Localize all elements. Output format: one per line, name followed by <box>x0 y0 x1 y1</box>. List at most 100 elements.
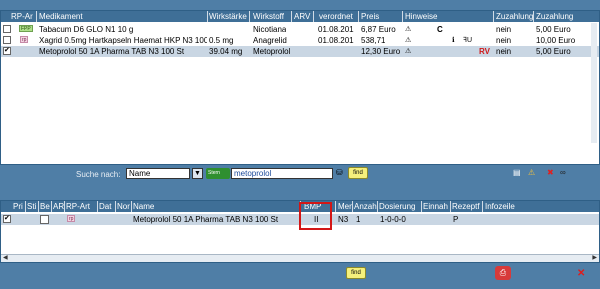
be-checkbox[interactable] <box>40 215 49 224</box>
row-checkbox[interactable] <box>3 36 11 44</box>
col-be[interactable]: Be <box>40 202 50 211</box>
hinweis-code-icon[interactable]: ꟻU <box>463 36 472 44</box>
medikament-cell: Tabacum D6 GLO N1 10 g <box>39 25 134 34</box>
col-separator <box>335 201 336 212</box>
horizontal-scrollbar[interactable]: ◀ ▶ <box>1 254 599 262</box>
col-separator <box>482 201 483 212</box>
zuzahlung-cell: nein <box>496 36 512 45</box>
search-field-select[interactable]: Name <box>126 168 190 179</box>
wirkstoff-cell: Metoprolol <box>253 47 291 56</box>
col-separator <box>402 11 403 22</box>
col-separator <box>358 11 359 22</box>
col-separator <box>51 201 52 212</box>
row-checkbox[interactable] <box>3 25 11 33</box>
col-separator <box>64 201 65 212</box>
col-separator <box>131 201 132 212</box>
col-verordnet[interactable]: verordnet <box>319 12 353 21</box>
table-row-selected[interactable]: Metoprolol 50 1A Pharma TAB N3 100 St 39… <box>1 46 599 57</box>
col-separator <box>115 201 116 212</box>
col-rp-ar[interactable]: RP-Ar <box>11 12 33 21</box>
row-checkbox-checked[interactable] <box>3 46 11 55</box>
col-wirkstaerke[interactable]: Wirkstärke <box>209 12 247 21</box>
binoculars-icon[interactable]: ⛁ <box>336 168 343 177</box>
col-zuzahlung-1[interactable]: Zuzahlung <box>496 12 533 21</box>
col-separator <box>38 201 39 212</box>
medikament-cell: Xagrid 0.5mg Hartkapseln Haemat HKP N3 1… <box>39 36 207 45</box>
name-cell: Metoprolol 50 1A Pharma TAB N3 100 St <box>133 215 279 224</box>
col-dosierung[interactable]: Dosierung <box>379 202 415 211</box>
col-ar[interactable]: AR <box>53 202 64 211</box>
col-separator <box>313 11 314 22</box>
zuzahlung-cell: nein <box>496 25 512 34</box>
fpp-badge: FPP <box>19 25 33 32</box>
hinweis-icon[interactable]: ⚠ <box>405 36 411 44</box>
col-hinweise[interactable]: Hinweise <box>405 12 437 21</box>
rezeptf-cell: P <box>453 215 459 224</box>
col-separator <box>97 201 98 212</box>
scroll-right-icon[interactable]: ▶ <box>592 254 597 261</box>
hinweis-icon[interactable]: ⚠ <box>405 47 411 55</box>
col-separator <box>249 11 250 22</box>
col-arv[interactable]: ARV <box>294 12 310 21</box>
vertical-scrollbar[interactable] <box>591 23 597 143</box>
medikament-cell: Metoprolol 50 1A Pharma TAB N3 100 St <box>39 47 185 56</box>
hinweis-icon[interactable]: ⚠ <box>405 25 411 33</box>
col-separator <box>25 201 26 212</box>
col-separator <box>533 11 534 22</box>
info-icon[interactable]: ℹ <box>452 36 455 44</box>
rp-badge: rp <box>20 36 29 43</box>
medication-list-panel: RP-Ar Medikament Wirkstärke Wirkstoff AR… <box>0 10 600 165</box>
search-input[interactable]: metoprolol <box>231 168 333 179</box>
wirkstoff-cell: Anagrelid <box>253 36 287 45</box>
col-rezeptf[interactable]: Rezeptf <box>452 202 480 211</box>
col-separator <box>493 11 494 22</box>
table-row[interactable]: rp Xagrid 0.5mg Hartkapseln Haemat HKP N… <box>1 35 599 46</box>
col-pri[interactable]: Pri <box>13 202 23 211</box>
col-separator <box>377 201 378 212</box>
col-preis[interactable]: Preis <box>361 12 379 21</box>
col-wirkstoff[interactable]: Wirkstoff <box>253 12 284 21</box>
col-dat[interactable]: Dat <box>99 202 111 211</box>
chevron-down-icon[interactable]: ▼ <box>192 168 203 179</box>
rv-flag: RV <box>479 47 490 56</box>
col-separator <box>36 11 37 22</box>
bmp-highlight-box <box>299 202 332 230</box>
col-nor[interactable]: Nor <box>117 202 130 211</box>
col-anzahl[interactable]: Anzah <box>354 202 377 211</box>
star-search-button[interactable]: Stern <box>206 168 230 179</box>
hinweis-code: C <box>437 25 443 34</box>
col-separator <box>450 201 451 212</box>
find-button[interactable]: find <box>348 167 368 179</box>
preis-cell: 6,87 Euro <box>361 25 396 34</box>
wirkstoff-cell: Nicotiana <box>253 25 287 34</box>
col-rp-art[interactable]: RP-Art <box>66 202 90 211</box>
find-button[interactable]: find <box>346 267 366 279</box>
search-label: Suche nach: <box>76 170 121 179</box>
col-einnahme[interactable]: Einnah <box>423 202 448 211</box>
preis-cell: 538,71 <box>361 36 386 45</box>
men-cell: N3 <box>338 215 349 224</box>
wirkstaerke-cell: 0.5 mg <box>209 36 234 45</box>
col-infozeile[interactable]: Infozeile <box>485 202 515 211</box>
wirkstaerke-cell: 39.04 mg <box>209 47 243 56</box>
verordnet-cell: 01.08.201 <box>318 36 354 45</box>
col-sti[interactable]: Sti <box>27 202 36 211</box>
scroll-left-icon[interactable]: ◀ <box>3 254 8 261</box>
table-row[interactable]: FPP Tabacum D6 GLO N1 10 g Nicotiana 01.… <box>1 24 599 35</box>
col-separator <box>352 201 353 212</box>
new-document-icon[interactable]: ▤ <box>513 168 521 177</box>
row-checkbox-checked[interactable] <box>3 214 11 223</box>
col-separator <box>207 11 208 22</box>
col-zuzahlung-2[interactable]: Zuzahlung <box>536 12 573 21</box>
delete-icon[interactable]: ✖ <box>547 168 554 177</box>
col-separator <box>421 201 422 212</box>
col-medikament[interactable]: Medikament <box>39 12 83 21</box>
zuzahlung-cell: nein <box>496 47 512 56</box>
binoculars-icon[interactable]: ∞ <box>560 168 566 177</box>
printer-icon[interactable]: ⎙ <box>495 266 511 280</box>
close-icon[interactable]: ✕ <box>577 268 585 279</box>
col-name[interactable]: Name <box>133 202 154 211</box>
rp-badge: rp <box>67 215 76 222</box>
warning-icon[interactable]: ⚠ <box>528 168 535 177</box>
col-separator <box>291 11 292 22</box>
